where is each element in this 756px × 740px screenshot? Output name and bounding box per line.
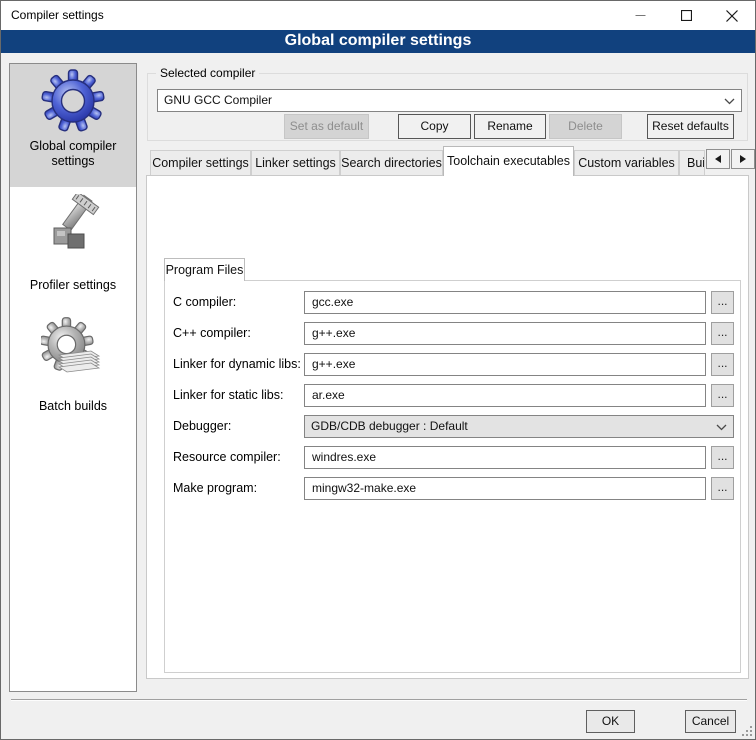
cancel-button[interactable]: Cancel (685, 710, 736, 733)
close-icon (726, 10, 738, 22)
tab-scroll-left-button[interactable] (706, 149, 730, 169)
maximize-button[interactable] (663, 1, 709, 30)
rename-button[interactable]: Rename (474, 114, 546, 139)
sidebar-item-batch-builds[interactable]: Batch builds (10, 312, 136, 424)
debugger-select-value: GDB/CDB debugger : Default (311, 419, 468, 433)
ok-button[interactable]: OK (586, 710, 635, 733)
cpp-compiler-label: C++ compiler: (173, 326, 303, 340)
tab-scroll-right-button[interactable] (731, 149, 755, 169)
copy-button[interactable]: Copy (398, 114, 471, 139)
sidebar-item-profiler-settings[interactable]: Profiler settings (10, 190, 136, 302)
dynamic-linker-input[interactable]: g++.exe (304, 353, 706, 376)
debugger-select[interactable]: GDB/CDB debugger : Default (304, 415, 734, 438)
sidebar-item-label: Global compiler settings (10, 139, 136, 169)
cpp-compiler-browse-button[interactable]: ... (711, 322, 734, 345)
arrow-left-icon (714, 154, 722, 164)
c-compiler-input[interactable]: gcc.exe (304, 291, 706, 314)
set-as-default-button[interactable]: Set as default (284, 114, 369, 139)
window-title: Compiler settings (11, 1, 104, 30)
dynamic-linker-browse-button[interactable]: ... (711, 353, 734, 376)
delete-button[interactable]: Delete (549, 114, 622, 139)
static-linker-browse-button[interactable]: ... (711, 384, 734, 407)
cpp-compiler-input[interactable]: g++.exe (304, 322, 706, 345)
resource-compiler-label: Resource compiler: (173, 450, 303, 464)
sidebar-item-label: Profiler settings (10, 278, 136, 293)
minimize-button[interactable] (617, 1, 663, 30)
close-button[interactable] (709, 1, 755, 30)
group-label: Selected compiler (156, 66, 259, 80)
static-linker-input[interactable]: ar.exe (304, 384, 706, 407)
static-linker-label: Linker for static libs: (173, 388, 303, 402)
compiler-select[interactable]: GNU GCC Compiler (157, 89, 742, 112)
minimize-icon (635, 10, 646, 21)
resource-compiler-input[interactable]: windres.exe (304, 446, 706, 469)
c-compiler-browse-button[interactable]: ... (711, 291, 734, 314)
tab-program-files[interactable]: Program Files (164, 258, 245, 281)
page-title: Global compiler settings (1, 30, 755, 53)
reset-defaults-button[interactable]: Reset defaults (647, 114, 734, 139)
chevron-down-icon (716, 424, 727, 431)
tab-search-directories[interactable]: Search directories (340, 150, 443, 176)
tab-compiler-settings[interactable]: Compiler settings (150, 150, 251, 176)
footer-divider (11, 699, 747, 701)
tab-custom-variables[interactable]: Custom variables (574, 150, 679, 176)
make-program-label: Make program: (173, 481, 303, 495)
compiler-select-value: GNU GCC Compiler (164, 93, 272, 107)
tab-linker-settings[interactable]: Linker settings (251, 150, 340, 176)
tab-build-options[interactable]: Build options (679, 150, 705, 176)
sidebar-item-label: Batch builds (10, 399, 136, 414)
resource-compiler-browse-button[interactable]: ... (711, 446, 734, 469)
make-program-input[interactable]: mingw32-make.exe (304, 477, 706, 500)
caliper-icon (41, 194, 105, 258)
settings-category-list: Global compiler settings (9, 63, 137, 692)
chevron-down-icon (724, 98, 735, 105)
arrow-right-icon (739, 154, 747, 164)
resize-grip[interactable] (741, 725, 753, 737)
make-program-browse-button[interactable]: ... (711, 477, 734, 500)
maximize-icon (681, 10, 692, 21)
c-compiler-label: C compiler: (173, 295, 303, 309)
tab-toolchain-executables[interactable]: Toolchain executables (443, 146, 574, 176)
compiler-settings-dialog: Compiler settings Global compiler settin… (0, 0, 756, 740)
debugger-label: Debugger: (173, 419, 303, 433)
sidebar-item-global-compiler-settings[interactable]: Global compiler settings (10, 64, 136, 187)
dynamic-linker-label: Linker for dynamic libs: (173, 357, 303, 371)
title-bar: Compiler settings (1, 1, 755, 30)
blue-gear-icon (41, 69, 105, 133)
gray-gear-stack-icon (41, 317, 105, 381)
